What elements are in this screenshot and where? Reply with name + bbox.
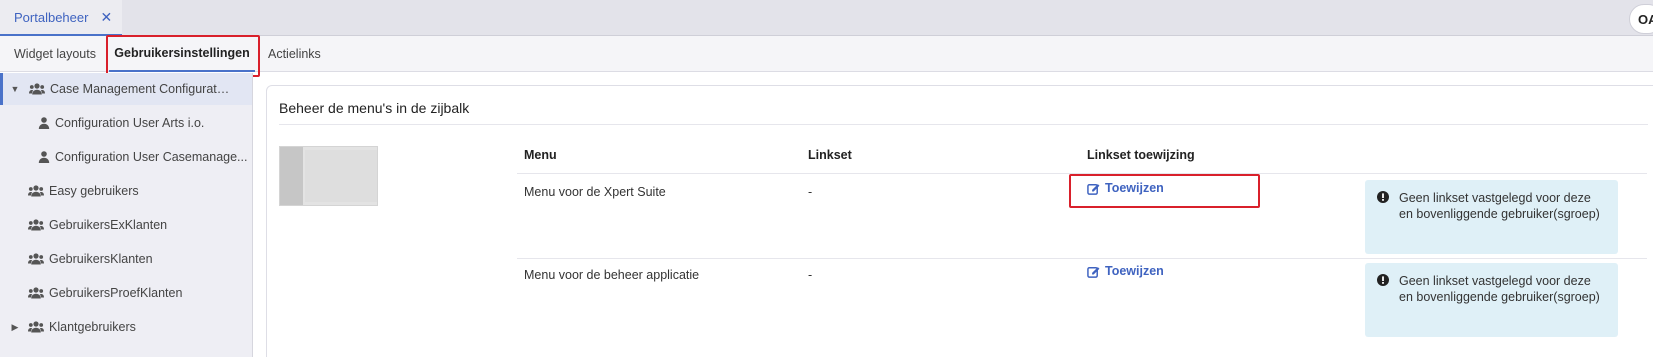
assign-button[interactable]: Toewijzen xyxy=(1087,181,1164,195)
assign-button-label: Toewijzen xyxy=(1105,264,1164,278)
edit-icon xyxy=(1087,182,1100,195)
divider xyxy=(517,258,1647,259)
user-initials: OA xyxy=(1638,11,1653,27)
tab-portalbeheer-label: Portalbeheer xyxy=(14,9,89,25)
sidebar-menu-panel: Beheer de menu's in de zijbalk Menu Link… xyxy=(266,85,1653,357)
column-header-menu: Menu xyxy=(524,148,557,162)
tree-item-label: GebruikersExKlanten xyxy=(49,218,168,232)
layout-preview-image xyxy=(279,146,378,206)
tab-portalbeheer[interactable]: Portalbeheer ✕ xyxy=(0,0,122,36)
tree-item-gebruikersproefklanten[interactable]: GebruikersProefKlanten xyxy=(0,277,252,309)
info-message-text: Geen linkset vastgelegd voor deze en bov… xyxy=(1399,191,1600,221)
assign-button-label: Toewijzen xyxy=(1105,181,1164,195)
info-message: Geen linkset vastgelegd voor deze en bov… xyxy=(1365,263,1618,337)
tree-item-label: Configuration User Casemanage... xyxy=(55,150,248,164)
tab-actielinks[interactable]: Actielinks xyxy=(268,36,321,72)
tree-item-configuration-user-arts[interactable]: Configuration User Arts i.o. xyxy=(0,107,252,139)
tree-item-label: Klantgebruikers xyxy=(49,320,136,334)
tab-widget-layouts[interactable]: Widget layouts xyxy=(14,36,96,72)
tree-item-label: Case Management Configuration ... xyxy=(50,82,230,96)
info-message-text: Geen linkset vastgelegd voor deze en bov… xyxy=(1399,274,1600,304)
close-icon[interactable]: ✕ xyxy=(100,9,112,26)
tree-item-label: Configuration User Arts i.o. xyxy=(55,116,205,130)
tree-item-label: GebruikersProefKlanten xyxy=(49,286,183,300)
column-header-linkset-toewijzing: Linkset toewijzing xyxy=(1087,148,1195,162)
divider xyxy=(517,173,1647,174)
chevron-right-icon[interactable]: ▶ xyxy=(8,322,22,333)
exclamation-circle-icon xyxy=(1377,191,1389,254)
tree-item-label: Easy gebruikers xyxy=(49,184,139,198)
users-icon xyxy=(28,321,44,333)
cell-menu: Menu voor de beheer applicatie xyxy=(524,268,700,282)
cell-menu: Menu voor de Xpert Suite xyxy=(524,185,666,199)
cell-linkset: - xyxy=(808,185,813,199)
users-icon xyxy=(28,253,44,265)
chevron-down-icon[interactable]: ▼ xyxy=(8,84,22,94)
tree-item-configuration-user-casemanager[interactable]: Configuration User Casemanage... xyxy=(0,141,252,173)
tab-actielinks-label: Actielinks xyxy=(268,47,321,61)
user-icon xyxy=(38,117,50,129)
tree-item-klantgebruikers[interactable]: ▶ Klantgebruikers xyxy=(0,311,252,343)
column-header-linkset: Linkset xyxy=(808,148,852,162)
preview-sidebar xyxy=(280,147,303,205)
cell-linkset: - xyxy=(808,268,813,282)
tab-widget-layouts-label: Widget layouts xyxy=(14,47,96,61)
users-icon xyxy=(28,185,44,197)
user-avatar[interactable]: OA xyxy=(1629,4,1653,34)
edit-icon xyxy=(1087,265,1100,278)
tree-item-gebruikersexklanten[interactable]: GebruikersExKlanten xyxy=(0,209,252,241)
tree-item-case-management-configuration[interactable]: ▼ Case Management Configuration ... xyxy=(0,73,252,105)
section-tab-bar: Widget layouts Gebruikersinstellingen Ac… xyxy=(0,36,1653,72)
document-tab-bar: Portalbeheer ✕ OA xyxy=(0,0,1653,36)
tree-item-easy-gebruikers[interactable]: Easy gebruikers xyxy=(0,175,252,207)
tab-gebruikersinstellingen[interactable]: Gebruikersinstellingen xyxy=(109,36,255,72)
tree-item-label: GebruikersKlanten xyxy=(49,252,153,266)
panel-title: Beheer de menu's in de zijbalk xyxy=(279,100,470,116)
tab-gebruikersinstellingen-label: Gebruikersinstellingen xyxy=(114,46,250,60)
divider xyxy=(279,124,1648,125)
tree-item-gebruikersklanten[interactable]: GebruikersKlanten xyxy=(0,243,252,275)
info-message: Geen linkset vastgelegd voor deze en bov… xyxy=(1365,180,1618,254)
assign-button[interactable]: Toewijzen xyxy=(1087,264,1164,278)
exclamation-circle-icon xyxy=(1377,274,1389,337)
users-icon xyxy=(29,83,45,95)
user-icon xyxy=(38,151,50,163)
users-icon xyxy=(28,287,44,299)
preview-content xyxy=(305,150,377,202)
user-group-tree: ▼ Case Management Configuration ... Conf… xyxy=(0,73,253,357)
users-icon xyxy=(28,219,44,231)
